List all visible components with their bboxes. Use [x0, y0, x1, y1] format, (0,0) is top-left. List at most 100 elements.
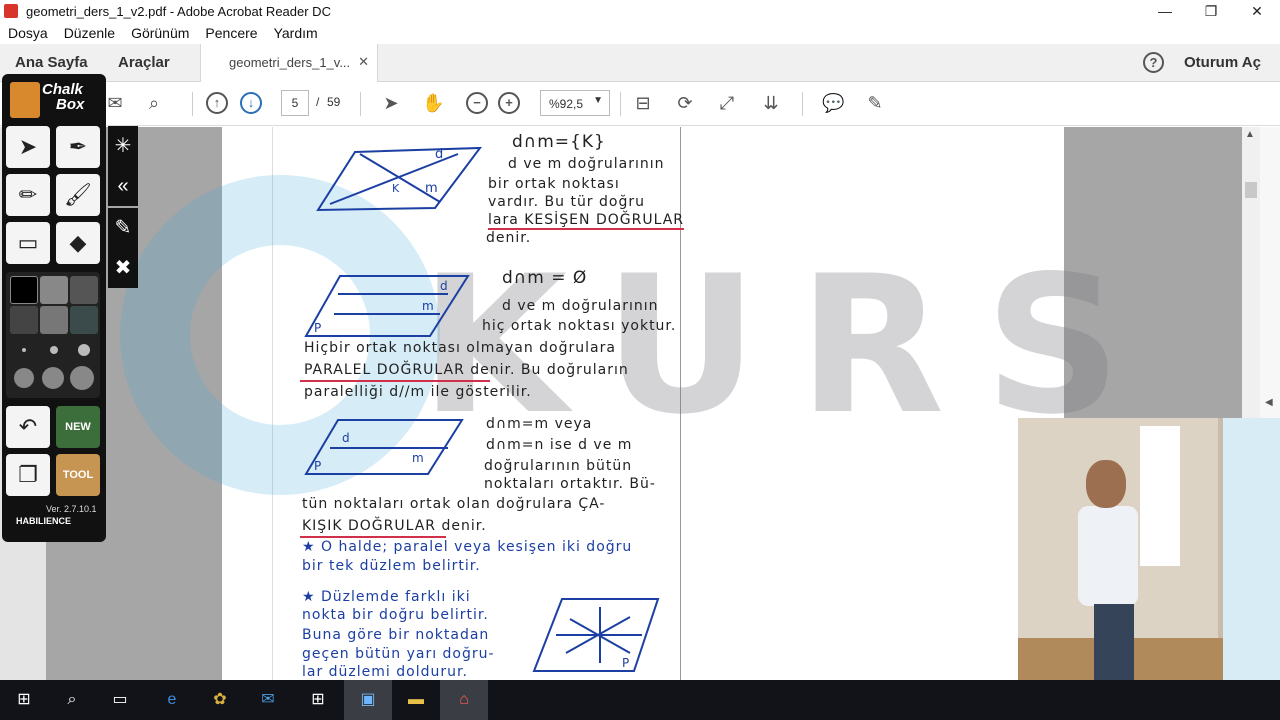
search-icon[interactable]: ⌕ — [60, 688, 84, 712]
note-line: lar düzlemi doldurur. — [302, 664, 468, 680]
menu-window[interactable]: Pencere — [197, 25, 265, 41]
zoom-out-icon[interactable]: − — [466, 92, 488, 114]
scroll-mode-icon[interactable]: ⇊ — [760, 92, 782, 114]
windows-button[interactable]: ❐ — [6, 454, 50, 496]
note-line: bir ortak noktası — [488, 176, 620, 192]
note-line: bir tek düzlem belirtir. — [302, 558, 481, 574]
title-bar: geometri_ders_1_v2.pdf - Adobe Acrobat R… — [0, 0, 1280, 22]
red-underline — [300, 536, 446, 538]
thickness-option[interactable] — [22, 348, 26, 352]
note-line: lara KESİŞEN DOĞRULAR — [488, 212, 684, 230]
note-line: hiç ortak noktası yoktur. — [482, 318, 677, 334]
brush-tool-button[interactable]: 🖌 — [56, 174, 100, 216]
new-board-button[interactable]: NEW — [56, 406, 100, 448]
sign-in-button[interactable]: Oturum Aç — [1184, 54, 1261, 71]
close-chalkbox-icon[interactable]: ✖ — [108, 248, 138, 288]
highlight-pen-icon[interactable]: ✎ — [864, 92, 886, 114]
eraser-tool-button[interactable]: ▭ — [6, 222, 50, 264]
shapes-tool-button[interactable]: ◆ — [56, 222, 100, 264]
menu-view[interactable]: Görünüm — [123, 25, 197, 41]
help-icon[interactable]: ? — [1143, 52, 1164, 73]
menu-help[interactable]: Yardım — [266, 25, 326, 41]
chalkbox-brand: HABILIENCE — [16, 516, 72, 526]
note-line: tün noktaları ortak olan doğrulara ÇA- — [302, 496, 606, 512]
windows-start-icon[interactable]: ⊞ — [12, 688, 36, 712]
note-line: noktaları ortaktır. Bü- — [484, 476, 656, 492]
menu-edit[interactable]: Düzenle — [56, 25, 123, 41]
select-arrow-icon[interactable]: ➤ — [380, 92, 402, 114]
tab-document[interactable]: geometri_ders_1_v... ✕ — [200, 44, 378, 82]
next-page-icon[interactable]: ↓ — [240, 92, 262, 114]
scrollbar-thumb[interactable] — [1245, 182, 1257, 198]
edge-browser-icon[interactable]: e — [160, 688, 184, 712]
menu-file[interactable]: Dosya — [0, 25, 56, 41]
rotate-icon[interactable]: ⟳ — [674, 92, 696, 114]
sparkle-icon[interactable]: ✳ — [108, 126, 138, 166]
color-swatch[interactable] — [40, 276, 68, 304]
color-swatch[interactable] — [70, 306, 98, 334]
pencil-tool-button[interactable]: ✏ — [6, 174, 50, 216]
acrobat-reader-icon[interactable]: ⌂ — [452, 688, 476, 712]
chevron-down-icon: ▼ — [593, 95, 603, 106]
search-icon[interactable]: ⌕ — [143, 92, 165, 114]
page-number-input[interactable]: 5 — [281, 90, 309, 116]
screen-app-icon[interactable]: ▣ — [356, 688, 380, 712]
pen-tool-button[interactable]: ✒ — [56, 126, 100, 168]
note-line: doğrularının bütün — [484, 458, 633, 474]
file-explorer-icon[interactable]: ▬ — [404, 688, 428, 712]
zoom-value: %92,5 — [549, 97, 584, 111]
thickness-option[interactable] — [14, 368, 34, 388]
mail-icon[interactable]: ✉ — [256, 688, 280, 712]
thickness-option[interactable] — [78, 344, 90, 356]
note-line: d∩m={K} — [512, 132, 606, 152]
svg-text:P: P — [314, 459, 321, 473]
color-swatch[interactable] — [40, 306, 68, 334]
svg-text:m: m — [425, 181, 438, 196]
tab-bar: Ana Sayfa Araçlar geometri_ders_1_v... ✕… — [0, 44, 1280, 82]
webcam-video — [1018, 418, 1280, 680]
tab-home[interactable]: Ana Sayfa — [15, 54, 88, 71]
note-line: d ve m doğrularının — [502, 298, 659, 314]
store-icon[interactable]: ⊞ — [306, 688, 330, 712]
zoom-dropdown[interactable]: %92,5 ▼ — [540, 90, 610, 116]
toolbar-divider — [802, 92, 803, 116]
coincident-lines-diagram: d m P — [304, 419, 464, 475]
thickness-option[interactable] — [42, 367, 64, 389]
tab-tools[interactable]: Araçlar — [118, 54, 170, 71]
svg-text:d: d — [342, 431, 350, 445]
tab-document-label: geometri_ders_1_v... — [229, 55, 351, 70]
hand-tool-icon[interactable]: ✋ — [422, 92, 444, 114]
minimize-button[interactable]: — — [1142, 0, 1188, 22]
color-picker-icon[interactable]: ✎ — [108, 208, 138, 248]
svg-text:K: K — [392, 182, 400, 195]
fullscreen-icon[interactable]: ⤢ — [716, 92, 738, 114]
expand-panel-icon[interactable]: ◀ — [1265, 397, 1273, 408]
menu-bar: Dosya Düzenle Görünüm Pencere Yardım — [0, 22, 1280, 44]
scroll-up-icon[interactable]: ▲ — [1245, 129, 1255, 140]
close-button[interactable]: ✕ — [1234, 0, 1280, 22]
thickness-option[interactable] — [70, 366, 94, 390]
note-line: ★ Düzlemde farklı iki — [302, 589, 471, 605]
undo-redo-button[interactable]: ↶ — [6, 406, 50, 448]
pointer-tool-button[interactable]: ➤ — [6, 126, 50, 168]
color-swatch[interactable] — [10, 276, 38, 304]
note-line: denir. — [486, 230, 532, 246]
previous-page-icon[interactable]: ↑ — [206, 92, 228, 114]
webcam-presenter-head — [1086, 460, 1126, 508]
zoom-in-icon[interactable]: + — [498, 92, 520, 114]
close-tab-icon[interactable]: ✕ — [358, 54, 369, 70]
color-swatch[interactable] — [10, 306, 38, 334]
comment-icon[interactable]: 💬 — [822, 92, 844, 114]
fit-page-icon[interactable]: ⊟ — [632, 92, 654, 114]
thickness-option[interactable] — [50, 346, 58, 354]
color-swatch[interactable] — [70, 276, 98, 304]
paint-icon[interactable]: ✿ — [208, 688, 232, 712]
toolbox-button[interactable]: TOOL — [56, 454, 100, 496]
maximize-button[interactable]: ❐ — [1188, 0, 1234, 22]
collapse-icon[interactable]: « — [108, 166, 138, 206]
svg-text:m: m — [412, 451, 424, 465]
thickness-palette — [6, 272, 100, 398]
email-icon[interactable]: ✉ — [104, 92, 126, 114]
note-line: Buna göre bir noktadan — [302, 627, 490, 643]
task-view-icon[interactable]: ▭ — [108, 688, 132, 712]
